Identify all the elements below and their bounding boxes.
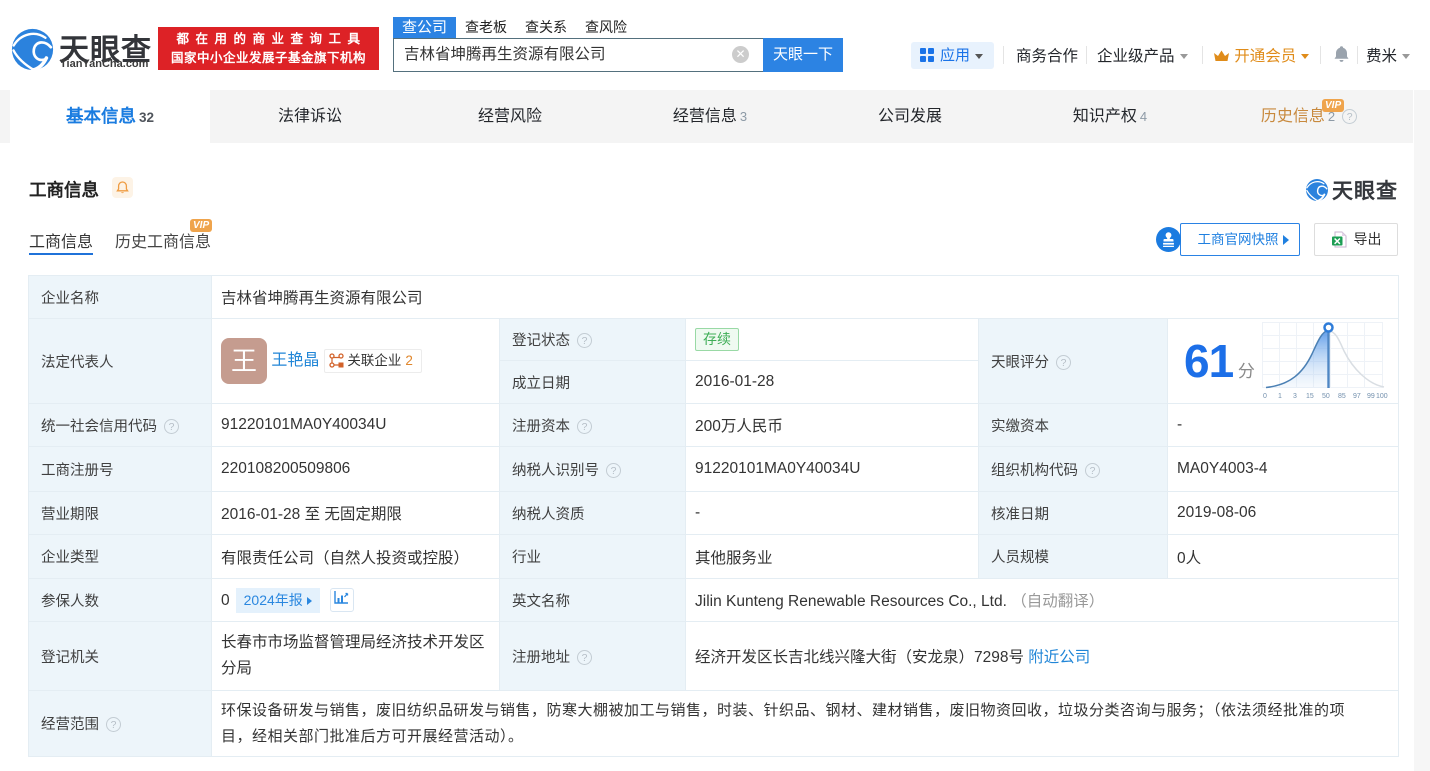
svg-text:100: 100 (1376, 393, 1388, 400)
svg-text:15: 15 (1306, 393, 1314, 400)
svg-text:50: 50 (1322, 393, 1330, 400)
svg-text:99: 99 (1367, 393, 1375, 400)
svg-text:85: 85 (1338, 393, 1346, 400)
svg-text:天眼查: 天眼查 (1332, 179, 1398, 202)
svg-text:97: 97 (1353, 393, 1361, 400)
svg-text:0: 0 (1263, 393, 1267, 400)
svg-text:3: 3 (1293, 393, 1297, 400)
svg-text:1: 1 (1278, 393, 1282, 400)
